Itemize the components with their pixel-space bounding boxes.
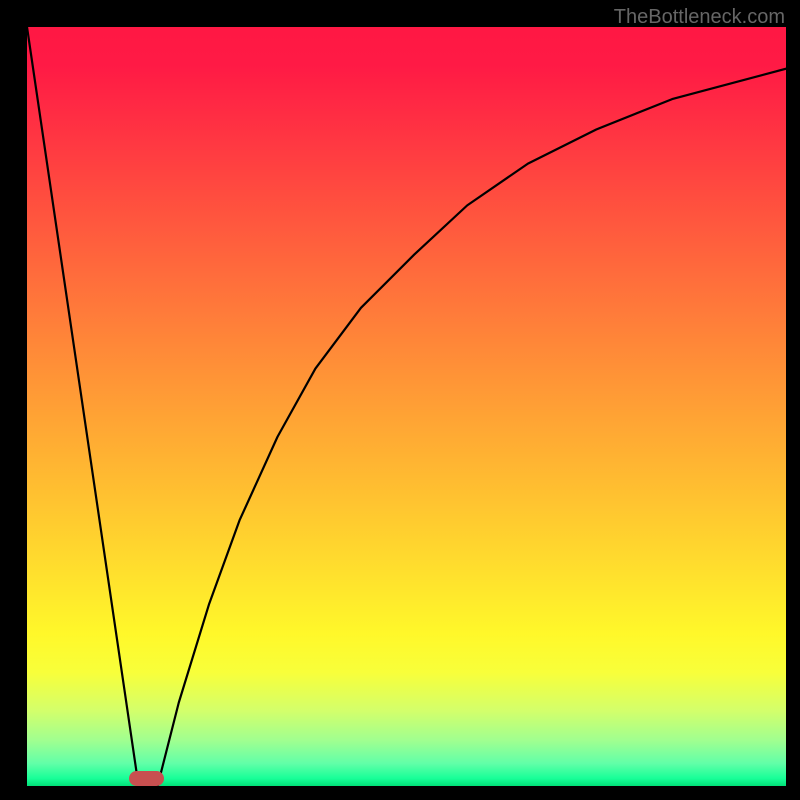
chart-curve-layer: [27, 27, 786, 786]
chart-curve-path: [27, 27, 786, 786]
chart-frame: [27, 27, 786, 786]
optimum-marker: [129, 771, 164, 786]
watermark-text: TheBottleneck.com: [614, 6, 785, 29]
